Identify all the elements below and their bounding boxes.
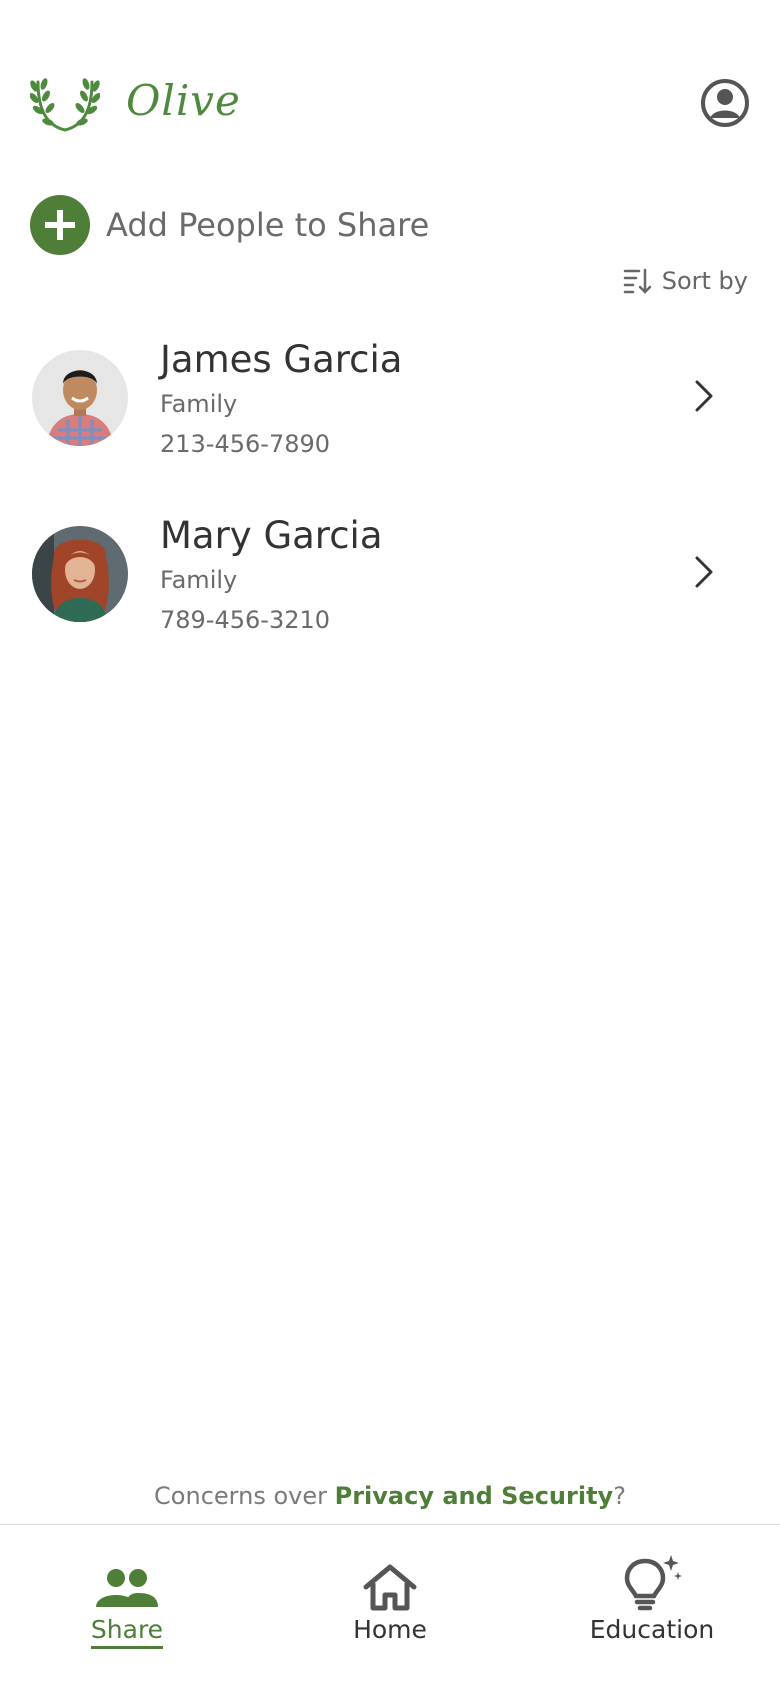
nav-home[interactable]: Home — [310, 1555, 470, 1646]
app-header: Olive — [30, 72, 750, 132]
sort-icon — [623, 268, 651, 294]
privacy-prefix: Concerns over — [154, 1482, 335, 1510]
avatar — [32, 526, 128, 622]
contact-relation: Family — [160, 390, 238, 418]
nav-home-label: Home — [353, 1615, 427, 1644]
account-icon[interactable] — [700, 78, 750, 128]
nav-share[interactable]: Share — [47, 1555, 207, 1649]
sort-button[interactable]: Sort by — [622, 266, 748, 296]
brand-name: Olive — [126, 76, 241, 125]
plus-icon — [30, 195, 90, 255]
contact-row-james-garcia[interactable]: James Garcia Family 213-456-7890 — [30, 338, 750, 478]
contact-name: James Garcia — [160, 338, 403, 381]
contact-phone: 789-456-3210 — [160, 606, 331, 634]
nav-education[interactable]: Education — [572, 1555, 732, 1646]
share-screen: Olive Add People to Share Sort by James … — [0, 0, 780, 1688]
contact-relation: Family — [160, 566, 238, 594]
privacy-notice: Concerns over Privacy and Security? — [0, 1482, 780, 1510]
bottom-navigation: Share Home Education — [0, 1524, 780, 1688]
laurel-logo-icon — [30, 78, 100, 132]
sort-label: Sort by — [661, 267, 748, 295]
add-people-button[interactable]: Add People to Share — [30, 194, 429, 256]
privacy-suffix: ? — [613, 1482, 626, 1510]
nav-share-label: Share — [90, 1615, 164, 1649]
privacy-security-link[interactable]: Privacy and Security — [335, 1482, 614, 1510]
chevron-right-icon — [695, 380, 713, 412]
add-people-label: Add People to Share — [106, 206, 430, 244]
home-icon — [363, 1564, 417, 1611]
contact-phone: 213-456-7890 — [160, 430, 331, 458]
people-icon — [96, 1569, 158, 1607]
nav-education-label: Education — [589, 1615, 715, 1644]
avatar — [32, 350, 128, 446]
contact-name: Mary Garcia — [160, 514, 383, 557]
lightbulb-icon — [624, 1555, 682, 1611]
chevron-right-icon — [695, 556, 713, 588]
contact-row-mary-garcia[interactable]: Mary Garcia Family 789-456-3210 — [30, 514, 750, 654]
